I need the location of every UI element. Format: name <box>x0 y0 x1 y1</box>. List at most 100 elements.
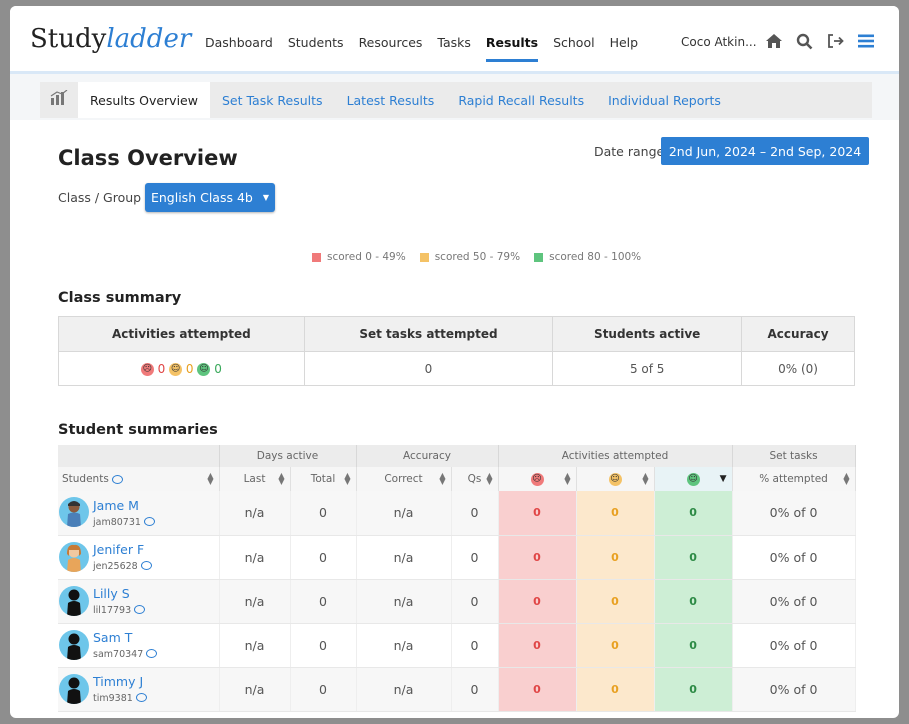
cell-green-count: 0 <box>654 491 733 536</box>
nav-results[interactable]: Results <box>485 35 539 62</box>
tab-individual-reports[interactable]: Individual Reports <box>596 82 733 118</box>
neutral-face-icon: ☺ <box>608 472 622 486</box>
neutral-face-icon: ☺ <box>169 362 183 376</box>
cell-red-count: 0 <box>498 667 577 712</box>
cell-amber-count: 0 <box>576 491 655 536</box>
student-name-link[interactable]: Lilly S <box>93 586 219 601</box>
comment-icon[interactable] <box>135 693 147 702</box>
class-group-label: Class / Group <box>58 190 142 205</box>
cell-set-attempted: 0% of 0 <box>732 535 856 580</box>
student-username: lil17793 <box>93 605 132 616</box>
student-name-link[interactable]: Jenifer F <box>93 542 219 557</box>
group-set-tasks: Set tasks <box>732 445 856 467</box>
date-range-label: Date range <box>594 144 665 159</box>
logo[interactable]: Studyladder <box>30 24 191 54</box>
col-qs[interactable]: Qs ▲ ▼ <box>451 467 499 491</box>
col-total[interactable]: Total ▲ ▼ <box>290 467 357 491</box>
cell-qs: 0 <box>451 667 499 712</box>
student-summaries-heading: Student summaries <box>58 422 218 438</box>
cell-red-count: 0 <box>498 535 577 580</box>
tab-latest-results[interactable]: Latest Results <box>335 82 447 118</box>
col-red[interactable]: ☹ ▲ ▼ <box>498 467 577 491</box>
student-username: tim9381 <box>93 693 133 704</box>
cell-amber-count: 0 <box>576 667 655 712</box>
cell-qs: 0 <box>451 491 499 536</box>
comment-icon[interactable] <box>143 516 155 526</box>
nav-school[interactable]: School <box>553 35 595 50</box>
cell-correct: n/a <box>356 491 452 536</box>
tab-rapid-recall-results[interactable]: Rapid Recall Results <box>446 82 596 118</box>
caret-down-icon: ▼ <box>262 193 269 202</box>
logout-icon[interactable] <box>825 30 847 52</box>
cell-qs: 0 <box>451 535 499 580</box>
user-name[interactable]: Coco Atkin... <box>681 35 757 49</box>
logo-part-2: ladder <box>106 24 192 54</box>
date-range-button[interactable]: 2nd Jun, 2024 – 2nd Sep, 2024 <box>661 137 869 165</box>
col-amber[interactable]: ☺ ▲ ▼ <box>576 467 655 491</box>
cell-last: n/a <box>219 491 291 536</box>
sort-icon: ▲ ▼ <box>564 471 571 486</box>
tab-results-overview[interactable]: Results Overview <box>78 82 210 118</box>
hamburger-menu-icon[interactable] <box>855 30 877 52</box>
sort-icon: ▲ ▼ <box>207 471 214 486</box>
sort-icon: ▲ ▼ <box>344 471 351 486</box>
cell-red-count: 0 <box>498 623 577 668</box>
cs-header-activities: Activities attempted <box>58 316 305 352</box>
cell-correct: n/a <box>356 623 452 668</box>
student-username: jam80731 <box>93 516 141 528</box>
cell-amber-count: 0 <box>576 579 655 624</box>
cell-total: 0 <box>290 535 357 580</box>
student-row: Sam Tsam70347 n/a 0 n/a 0 0 0 0 0% of 0 <box>58 623 856 668</box>
home-icon[interactable] <box>763 30 785 52</box>
cell-total: 0 <box>290 623 357 668</box>
col-students[interactable]: Students ▲ ▼ <box>58 467 220 491</box>
cs-header-students: Students active <box>552 316 743 352</box>
group-days-active: Days active <box>219 445 357 467</box>
sort-icon: ▲ ▼ <box>642 471 649 486</box>
col-attempted[interactable]: % attempted ▲ ▼ <box>732 467 856 491</box>
sort-icon: ▲ ▼ <box>486 471 493 486</box>
student-name-link[interactable]: Sam T <box>93 630 219 645</box>
cs-settasks-value: 0 <box>303 351 554 386</box>
col-correct[interactable]: Correct ▲ ▼ <box>356 467 452 491</box>
nav-resources[interactable]: Resources <box>359 35 423 50</box>
comment-icon[interactable] <box>134 605 146 614</box>
col-last[interactable]: Last ▲ ▼ <box>219 467 291 491</box>
student-cell: Lilly S lil17793 <box>58 579 220 624</box>
cell-set-attempted: 0% of 0 <box>732 623 856 668</box>
class-summary-table: Activities attempted Set tasks attempted… <box>58 316 855 386</box>
student-username: jen25628 <box>93 561 138 572</box>
nav-help[interactable]: Help <box>610 35 639 50</box>
tab-set-task-results[interactable]: Set Task Results <box>210 82 335 118</box>
cell-correct: n/a <box>356 579 452 624</box>
cell-amber-count: 0 <box>576 623 655 668</box>
comment-icon[interactable] <box>146 649 158 658</box>
col-green[interactable]: ☺ ▼ <box>654 467 733 491</box>
student-name-link[interactable]: Jame M <box>93 498 219 513</box>
cell-red-count: 0 <box>498 579 577 624</box>
legend-amber: scored 50 - 79% <box>419 251 520 263</box>
nav-dashboard[interactable]: Dashboard <box>205 35 273 50</box>
cell-amber-count: 0 <box>576 535 655 580</box>
class-group-dropdown[interactable]: English Class 4b ▼ <box>145 183 275 212</box>
search-icon[interactable] <box>793 30 815 52</box>
top-navbar: Studyladder Dashboard Students Resources… <box>10 6 899 74</box>
student-name-link[interactable]: Timmy J <box>93 674 219 689</box>
results-subnav-bar: Results Overview Set Task Results Latest… <box>10 74 899 120</box>
nav-students[interactable]: Students <box>288 35 344 50</box>
cell-qs: 0 <box>451 623 499 668</box>
student-username: sam70347 <box>93 649 144 660</box>
cell-green-count: 0 <box>654 579 733 624</box>
cell-correct: n/a <box>356 535 452 580</box>
student-row: Lilly Slil17793 n/a 0 n/a 0 0 0 0 0% of 0 <box>58 579 856 624</box>
group-activities: Activities attempted <box>498 445 733 467</box>
student-cell: Jame M jam80731 <box>58 491 220 536</box>
cell-set-attempted: 0% of 0 <box>732 667 856 712</box>
comment-icon[interactable] <box>140 561 152 570</box>
cell-red-count: 0 <box>498 491 577 536</box>
avatar <box>59 629 89 660</box>
nav-tasks[interactable]: Tasks <box>437 35 471 50</box>
cs-header-settasks: Set tasks attempted <box>303 316 554 352</box>
cell-last: n/a <box>219 535 291 580</box>
cs-accuracy-value: 0% (0) <box>741 351 855 386</box>
